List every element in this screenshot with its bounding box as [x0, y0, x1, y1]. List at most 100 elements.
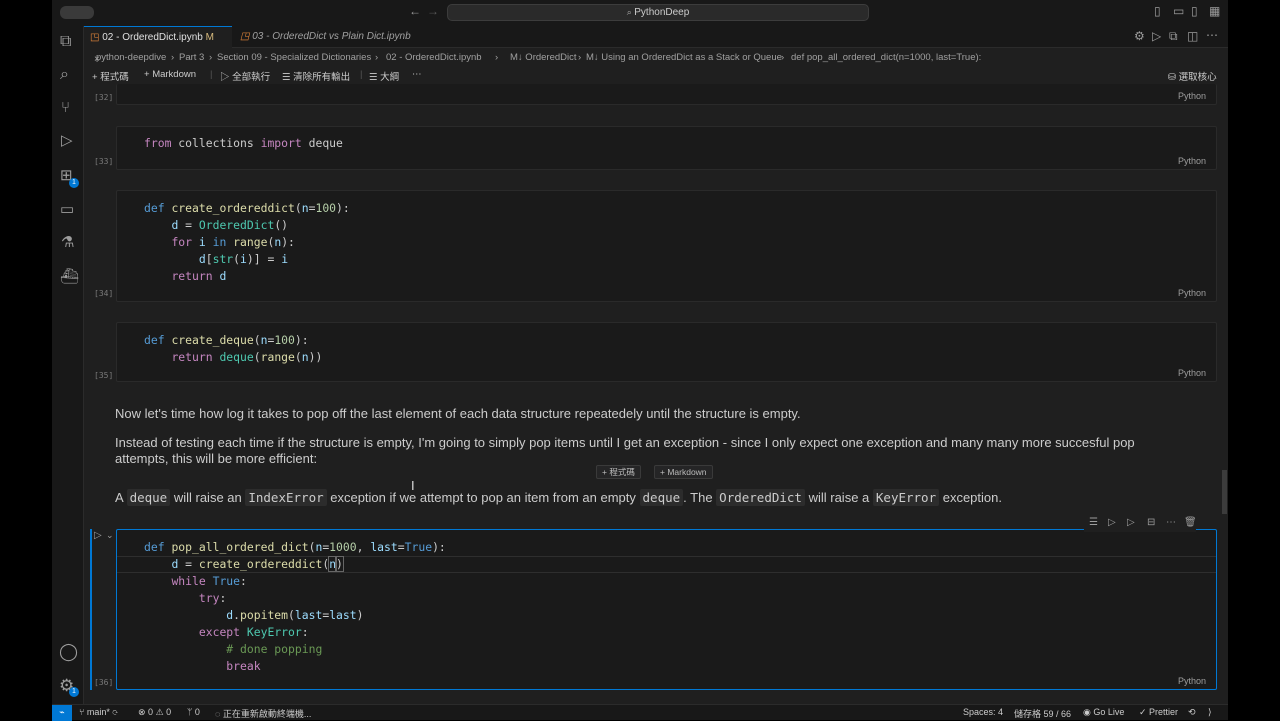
prettier-status[interactable]: ✓ Prettier [1139, 707, 1178, 718]
breadcrumb-item[interactable]: M↓ OrderedDict [510, 52, 577, 63]
execution-count: [35] [94, 371, 114, 380]
add-markdown-cell-button[interactable]: + Markdown [144, 69, 196, 80]
cell-language[interactable]: Python [1178, 288, 1206, 298]
code-cell-33[interactable]: from collections import deque Python [116, 126, 1217, 170]
status-message: 正在重新啟動終端機... [222, 709, 312, 719]
cell-code[interactable]: def create_deque(n=100): return deque(ra… [144, 332, 322, 366]
execution-count: [36] [94, 678, 114, 687]
code-cell-36[interactable]: def pop_all_ordered_dict(n=1000, last=Tr… [116, 529, 1217, 690]
add-code-label: 程式碼 [100, 72, 129, 83]
code-cell-34[interactable]: def create_ordereddict(n=100): d = Order… [116, 190, 1217, 302]
cell-language[interactable]: Python [1178, 156, 1206, 166]
split-editor-icon[interactable]: ◫ [1187, 30, 1198, 42]
toggle-secondary-sidebar-icon[interactable]: ▯ [1191, 5, 1198, 17]
bell-icon[interactable]: ⟩ [1208, 707, 1212, 718]
ports-status[interactable]: ᛘ 0 [187, 707, 200, 717]
manage-badge: 1 [69, 687, 79, 697]
breadcrumb-item[interactable]: python-deepdive [96, 52, 166, 63]
scrollbar-thumb[interactable] [1222, 470, 1227, 514]
execute-above-icon[interactable]: ▷ [1108, 518, 1116, 528]
add-code-cell-button[interactable]: + 程式碼 [92, 69, 129, 83]
breadcrumb-separator: › [171, 52, 175, 63]
go-live-button[interactable]: ◉ Go Live [1083, 707, 1124, 718]
collapse-chevron-icon[interactable]: ⌄ [106, 531, 114, 540]
customize-layout-icon[interactable]: ▦ [1209, 5, 1220, 17]
breadcrumb-item[interactable]: Part 3 [179, 52, 204, 63]
remote-explorer-icon[interactable]: ▭ [60, 202, 74, 217]
split-cell-icon[interactable]: ⊟ [1147, 518, 1155, 528]
tab-bar: ◳ 02 - OrderedDict.ipynb M × ◳ 03 - Orde… [84, 26, 1228, 65]
cell-code[interactable]: def create_ordereddict(n=100): d = Order… [144, 200, 350, 285]
run-all-label: 全部執行 [232, 72, 271, 83]
run-by-line-icon[interactable]: ☰ [1089, 518, 1098, 528]
clear-outputs-button[interactable]: ☰ 清除所有輸出 [282, 69, 350, 83]
warning-icon: ⚠ [155, 707, 167, 717]
explorer-icon[interactable]: ⧉ [60, 34, 71, 50]
delete-cell-icon[interactable]: 🗑 [1184, 518, 1197, 528]
active-cell-indicator [90, 529, 92, 690]
run-all-button[interactable]: ▷ 全部執行 [220, 69, 270, 83]
cell-language[interactable]: Python [1178, 91, 1206, 101]
add-markdown-label: Markdown [152, 69, 197, 80]
insert-markdown-cell-button[interactable]: + Markdown [654, 465, 713, 479]
notebook-icon: ◳ [240, 31, 253, 42]
execution-count: [32] [94, 93, 114, 102]
search-icon[interactable]: ⌕ [60, 67, 69, 83]
tab-02-ordereddict[interactable]: ◳ 02 - OrderedDict.ipynb M × [84, 26, 232, 65]
cell-position-status[interactable]: 儲存格 59 / 66 [1014, 707, 1071, 720]
breadcrumb-separator: › [578, 52, 582, 63]
code-cell-32[interactable]: Python [116, 84, 1217, 105]
kernel-icon: ⛁ [1168, 72, 1179, 83]
forward-arrow-icon[interactable]: → [427, 5, 439, 17]
window-controls[interactable] [60, 6, 94, 19]
run-icon[interactable]: ▷ [1152, 30, 1161, 42]
run-debug-icon[interactable]: ▷ [61, 133, 73, 148]
error-count: 0 [148, 707, 154, 717]
run-cell-icon[interactable]: ▷ [94, 531, 102, 541]
insert-code-cell-button[interactable]: + 程式碼 [596, 465, 641, 479]
toggle-panel-icon[interactable]: ▭ [1173, 5, 1184, 17]
command-center-search[interactable]: ⌕ PythonDeep [447, 4, 869, 21]
execution-count: [34] [94, 289, 114, 298]
more-actions-icon[interactable]: ⋯ [1206, 29, 1218, 41]
code-cell-35[interactable]: def create_deque(n=100): return deque(ra… [116, 322, 1217, 382]
docker-icon[interactable]: ⛴ [60, 269, 79, 284]
back-arrow-icon[interactable]: ← [409, 5, 421, 17]
breadcrumb-separator: › [375, 52, 379, 63]
editor-area: ◳ 02 - OrderedDict.ipynb M × ◳ 03 - Orde… [84, 26, 1228, 704]
tab-label: 03 - OrderedDict vs Plain Dict.ipynb [252, 31, 411, 42]
execute-below-icon[interactable]: ▷ [1127, 518, 1135, 528]
problems-status[interactable]: ⊗ 0 ⚠ 0 [138, 707, 171, 718]
cell-code[interactable]: from collections import deque [144, 135, 343, 152]
more-icon[interactable]: ⋯ [412, 69, 422, 80]
breadcrumb-item[interactable]: M↓ Using an OrderedDict as a Stack or Qu… [586, 52, 782, 63]
tab-03-ordereddict-vs-plain[interactable]: ◳ 03 - OrderedDict vs Plain Dict.ipynb [234, 26, 424, 48]
breadcrumb-item[interactable]: 02 - OrderedDict.ipynb [386, 52, 482, 63]
breadcrumb-item[interactable]: def pop_all_ordered_dict(n=1000, last=Tr… [791, 52, 981, 63]
error-icon: ⊗ [138, 707, 149, 717]
notifications-icon[interactable]: ⟲ [1188, 707, 1196, 718]
compare-icon[interactable]: ⧉ [1169, 30, 1178, 42]
markdown-paragraph-2-line-1: Instead of testing each time if the stru… [115, 435, 1135, 450]
cell-language[interactable]: Python [1178, 676, 1206, 686]
accounts-icon[interactable]: ◯ [59, 643, 78, 660]
breadcrumb-item[interactable]: Section 09 - Specialized Dictionaries [217, 52, 371, 63]
indentation-status[interactable]: Spaces: 4 [963, 707, 1003, 717]
remote-indicator[interactable]: ⌁ [52, 705, 72, 721]
testing-icon[interactable]: ⚗ [61, 235, 74, 250]
md-text: will raise an [170, 490, 246, 505]
kernel-gear-icon[interactable]: ⚙ [1134, 30, 1145, 42]
outline-button[interactable]: ☰ 大綱 [369, 69, 399, 83]
inline-code: deque [639, 489, 684, 506]
markdown-paragraph-3: A deque will raise an IndexError excepti… [115, 489, 1002, 506]
toggle-sidebar-icon[interactable]: ▯ [1154, 5, 1161, 17]
more-icon[interactable]: ⋯ [1166, 518, 1176, 528]
cell-language[interactable]: Python [1178, 368, 1206, 378]
source-control-icon[interactable]: ⑂ [61, 100, 70, 115]
go-live-label: Go Live [1093, 707, 1125, 717]
spinner-icon: ◌ [215, 709, 223, 719]
select-kernel-button[interactable]: ⛁ 選取核心 [1168, 69, 1217, 83]
breadcrumb-separator: › [495, 52, 499, 63]
branch-status[interactable]: ⑂ main* ⟳ [79, 707, 118, 717]
cell-code[interactable]: def pop_all_ordered_dict(n=1000, last=Tr… [144, 539, 446, 675]
